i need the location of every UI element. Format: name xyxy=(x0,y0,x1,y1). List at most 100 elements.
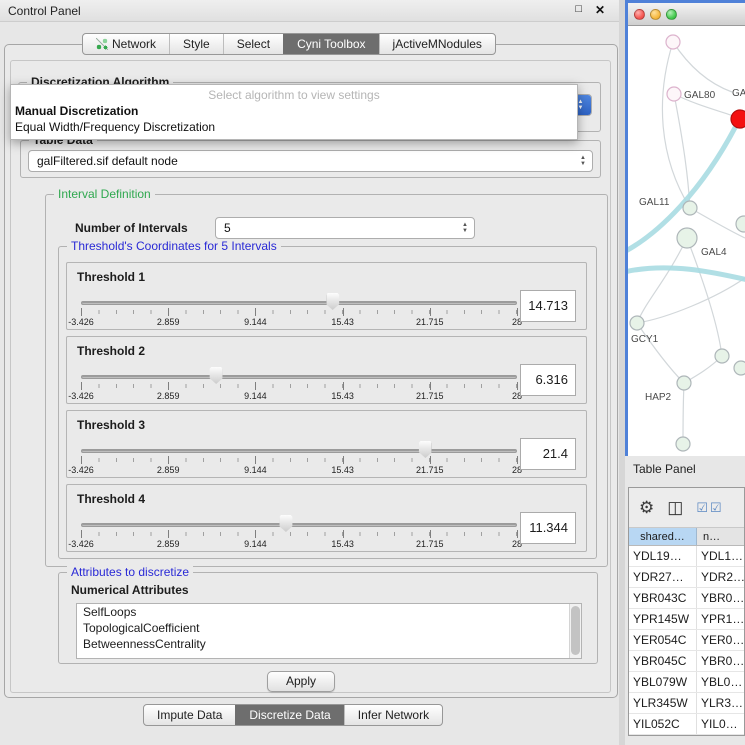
network-node[interactable] xyxy=(630,316,644,330)
table-row[interactable]: YBR043CYBR0… xyxy=(629,588,744,609)
slider-scale-label: 9.144 xyxy=(244,317,267,327)
table-row[interactable]: YPR145WYPR1… xyxy=(629,609,744,630)
node-label: HAP2 xyxy=(645,392,672,403)
gear-icon[interactable]: ⚙ xyxy=(639,498,654,518)
threshold-2-value-field[interactable]: 6.316 xyxy=(520,364,576,396)
numerical-attributes-list[interactable]: SelfLoopsTopologicalCoefficientBetweenne… xyxy=(76,603,582,659)
tab-network[interactable]: Network xyxy=(83,34,169,54)
table-data-combobox[interactable]: galFiltered.sif default node ▲ ▼ xyxy=(28,150,593,172)
network-node[interactable] xyxy=(667,87,681,101)
network-edge[interactable] xyxy=(637,278,745,323)
slider-track[interactable] xyxy=(81,301,517,305)
network-node[interactable] xyxy=(734,361,745,375)
tab-style[interactable]: Style xyxy=(169,34,223,54)
table-cell-shared-name: YDL19… xyxy=(629,546,697,566)
float-window-button[interactable]: □ xyxy=(575,3,582,15)
slider-major-tick xyxy=(430,530,431,538)
network-icon xyxy=(96,38,108,50)
slider-scale-label: 2.859 xyxy=(157,391,180,401)
slider-major-tick xyxy=(430,308,431,316)
slider-scale-label: -3.426 xyxy=(68,465,94,475)
network-edge[interactable] xyxy=(637,323,684,383)
slider-scale-label: 2.859 xyxy=(157,539,180,549)
threshold-2-slider[interactable]: -3.4262.8599.14415.4321.71528 xyxy=(81,367,517,403)
threshold-1-value-field[interactable]: 14.713 xyxy=(520,290,576,322)
table-row[interactable]: YDR27…YDR2… xyxy=(629,567,744,588)
minimize-traffic-light-icon[interactable] xyxy=(650,9,661,20)
bottom-tab-infer-network[interactable]: Infer Network xyxy=(344,705,442,725)
combobox-stepper-icon[interactable]: ▲ ▼ xyxy=(462,222,468,234)
network-edge-highlighted[interactable] xyxy=(628,268,745,280)
network-node[interactable] xyxy=(677,376,691,390)
slider-scale-label: 21.715 xyxy=(416,391,444,401)
control-panel-tabstrip: NetworkStyleSelectCyni ToolboxjActiveMNo… xyxy=(82,33,496,55)
tab-cyni-toolbox[interactable]: Cyni Toolbox xyxy=(283,34,378,54)
tab-label: Infer Network xyxy=(358,708,429,722)
network-canvas[interactable]: GAL80 GA GAL11 GAL4 GCY1 HAP2 xyxy=(628,26,745,456)
network-node[interactable] xyxy=(683,201,697,215)
close-traffic-light-icon[interactable] xyxy=(634,9,645,20)
table-cell-name: YLR3… xyxy=(697,696,744,710)
attributes-group: Attributes to discretize Numerical Attri… xyxy=(58,572,598,664)
column-header-shared-name[interactable]: shared… xyxy=(629,528,697,545)
table-row[interactable]: YBL079WYBL0… xyxy=(629,672,744,693)
bottom-tab-discretize-data[interactable]: Discretize Data xyxy=(235,705,343,725)
slider-scale-label: 9.144 xyxy=(244,539,267,549)
tab-label: Impute Data xyxy=(157,708,222,722)
attribute-list-item-selfloops[interactable]: SelfLoops xyxy=(77,604,581,620)
tab-select[interactable]: Select xyxy=(223,34,283,54)
attribute-list-item-topologicalcoefficient[interactable]: TopologicalCoefficient xyxy=(77,620,581,636)
table-row[interactable]: YER054CYER0… xyxy=(629,630,744,651)
attribute-list-item-betweennesscentrality[interactable]: BetweennessCentrality xyxy=(77,636,581,652)
slider-track[interactable] xyxy=(81,375,517,379)
network-node[interactable] xyxy=(677,228,697,248)
slider-scale-label: 15.43 xyxy=(331,465,354,475)
network-node[interactable] xyxy=(736,216,745,232)
table-row[interactable]: YDL19…YDL1… xyxy=(629,546,744,567)
network-edge[interactable] xyxy=(683,383,684,443)
list-scrollbar[interactable] xyxy=(569,604,581,658)
network-edge[interactable] xyxy=(673,42,732,92)
slider-thumb[interactable] xyxy=(279,515,292,532)
slider-thumb[interactable] xyxy=(326,293,339,310)
combobox-stepper-icon[interactable]: ▲ ▼ xyxy=(580,155,586,167)
slider-major-tick xyxy=(517,382,518,390)
number-of-intervals-combobox[interactable]: 5 ▲ ▼ xyxy=(215,217,475,239)
algorithm-option-equal-width-frequency-discretization[interactable]: Equal Width/Frequency Discretization xyxy=(11,119,577,135)
select-columns-icon[interactable]: ☑☑ xyxy=(696,500,723,516)
slider-track[interactable] xyxy=(81,449,517,453)
columns-icon[interactable]: ◫ xyxy=(667,498,683,518)
threshold-1-slider[interactable]: -3.4262.8599.14415.4321.71528 xyxy=(81,293,517,329)
close-window-button[interactable]: ✕ xyxy=(595,3,605,17)
threshold-4-slider[interactable]: -3.4262.8599.14415.4321.71528 xyxy=(81,515,517,551)
number-of-intervals-value: 5 xyxy=(224,218,231,238)
table-row[interactable]: YIL052CYIL0… xyxy=(629,714,744,735)
table-cell-name: YBR0… xyxy=(697,654,744,668)
scrollbar-thumb[interactable] xyxy=(571,606,580,655)
algorithm-option-manual-discretization[interactable]: Manual Discretization xyxy=(11,103,577,119)
column-header-name[interactable]: n… xyxy=(697,528,744,545)
table-toolbar: ⚙ ◫ ☑☑ xyxy=(629,488,744,528)
apply-button[interactable]: Apply xyxy=(267,671,335,692)
network-node[interactable] xyxy=(715,349,729,363)
network-edge[interactable] xyxy=(674,94,690,208)
threshold-4-value-field[interactable]: 11.344 xyxy=(520,512,576,544)
network-edge[interactable] xyxy=(662,42,690,208)
slider-scale-label: 15.43 xyxy=(331,391,354,401)
tab-jactivemnodules[interactable]: jActiveMNodules xyxy=(379,34,495,54)
table-row[interactable]: YLR345WYLR3… xyxy=(629,693,744,714)
threshold-3-value-field[interactable]: 21.4 xyxy=(520,438,576,470)
attribute-items: SelfLoopsTopologicalCoefficientBetweenne… xyxy=(77,604,581,652)
zoom-traffic-light-icon[interactable] xyxy=(666,9,677,20)
bottom-tab-impute-data[interactable]: Impute Data xyxy=(144,705,235,725)
network-node[interactable] xyxy=(666,35,680,49)
network-node-selected[interactable] xyxy=(731,110,745,128)
network-node[interactable] xyxy=(676,437,690,451)
network-edge[interactable] xyxy=(637,238,687,323)
slider-track[interactable] xyxy=(81,523,517,527)
table-cell-shared-name: YDR27… xyxy=(629,567,697,587)
slider-scale-label: 9.144 xyxy=(244,465,267,475)
threshold-3-slider[interactable]: -3.4262.8599.14415.4321.71528 xyxy=(81,441,517,477)
table-row[interactable]: YBR045CYBR0… xyxy=(629,651,744,672)
slider-thumb[interactable] xyxy=(210,367,223,384)
